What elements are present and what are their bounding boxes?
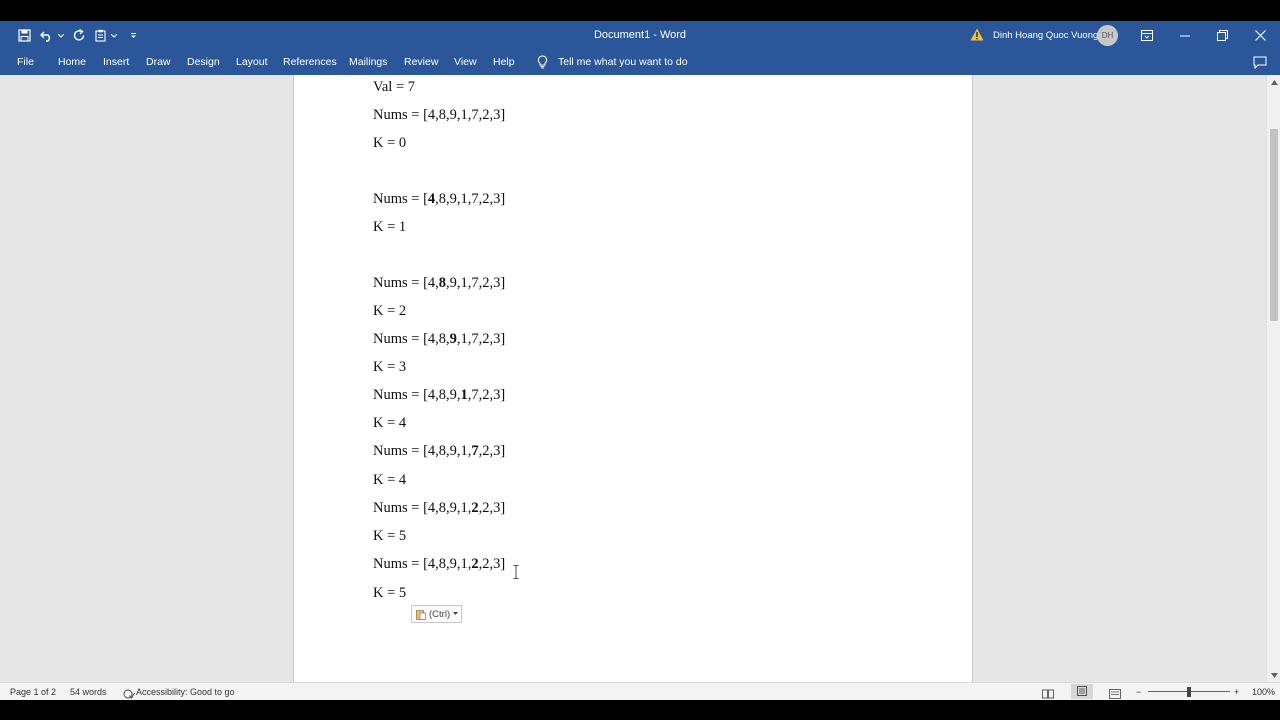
word-window: Document1 - Word Dinh Hoang Quoc Vuong D… <box>0 0 1280 720</box>
clipboard-icon[interactable] <box>91 21 109 50</box>
zoom-out-button[interactable]: − <box>1136 683 1141 701</box>
zoom-in-button[interactable]: + <box>1234 683 1239 701</box>
customize-toolbar-icon[interactable] <box>126 21 140 50</box>
paste-options-label: (Ctrl) <box>429 608 451 620</box>
letterbox-bottom <box>0 700 1280 720</box>
close-icon[interactable] <box>1240 21 1280 50</box>
document-line[interactable]: Nums = [4,8,9,1,7,2,3] <box>373 387 505 404</box>
document-line[interactable]: K = 1 <box>373 219 406 236</box>
ribbon-tabs: File Home Insert Draw Design Layout Refe… <box>0 50 1280 75</box>
undo-dropdown-icon[interactable] <box>56 21 66 50</box>
print-layout-icon <box>1077 686 1087 696</box>
tab-insert[interactable]: Insert <box>103 50 129 75</box>
web-layout-icon[interactable] <box>1109 687 1121 699</box>
document-line[interactable]: Nums = [4,8,9,1,2,2,3] <box>373 500 505 517</box>
warning-icon[interactable] <box>970 28 984 46</box>
document-line[interactable]: Nums = [4,8,9,1,7,2,3] <box>373 331 505 348</box>
zoom-slider-thumb[interactable] <box>1187 687 1191 697</box>
highlighted-number: 2 <box>471 556 479 572</box>
document-line[interactable]: K = 4 <box>373 415 406 432</box>
letterbox-top <box>0 0 1280 21</box>
line-text: Nums = [4,8,9,1, <box>373 500 472 516</box>
document-line[interactable]: K = 5 <box>373 585 406 602</box>
line-text: ,2,3] <box>478 500 506 516</box>
line-text: ,9,1,7,2,3] <box>446 275 506 291</box>
undo-icon[interactable] <box>38 21 56 50</box>
vertical-scrollbar[interactable] <box>1266 75 1280 682</box>
highlighted-number: 1 <box>460 387 468 403</box>
line-text: ,8,9,1,7,2,3] <box>435 191 506 207</box>
line-text: ,2,3] <box>478 556 506 572</box>
document-line[interactable]: K = 0 <box>373 135 406 152</box>
document-line[interactable]: Nums = [4,8,9,1,7,2,3] <box>373 107 505 124</box>
document-line[interactable]: K = 3 <box>373 359 406 376</box>
document-line[interactable]: Nums = [4,8,9,1,7,2,3] <box>373 275 505 292</box>
highlighted-number: 7 <box>471 443 479 459</box>
line-text: Nums = [4,8,9,1, <box>373 443 472 459</box>
tab-view[interactable]: View <box>454 50 477 75</box>
print-layout-button[interactable] <box>1071 684 1093 699</box>
document-page[interactable]: Val = 7 Nums = [4,8,9,1,7,2,3] K = 0 Nums =… <box>293 75 973 682</box>
tab-mailings[interactable]: Mailings <box>349 50 388 75</box>
tab-home[interactable]: Home <box>58 50 86 75</box>
line-text: ,2,3] <box>478 443 506 459</box>
text-cursor-icon <box>513 565 519 579</box>
lightbulb-icon[interactable] <box>537 55 548 74</box>
clipboard-dropdown-icon[interactable] <box>109 21 119 50</box>
line-text: Nums = [4,8, <box>373 331 450 347</box>
paste-icon <box>416 609 426 620</box>
accessibility-icon[interactable] <box>123 687 135 699</box>
paste-options-button[interactable]: (Ctrl) <box>411 605 462 623</box>
avatar[interactable]: DH <box>1097 25 1118 46</box>
page-count[interactable]: Page 1 of 2 <box>10 683 56 701</box>
redo-icon[interactable] <box>70 21 88 50</box>
tab-layout[interactable]: Layout <box>236 50 268 75</box>
document-line[interactable]: K = 5 <box>373 528 406 545</box>
save-icon[interactable] <box>14 21 34 50</box>
document-line[interactable]: Nums = [4,8,9,1,7,2,3] <box>373 191 505 208</box>
tab-help[interactable]: Help <box>493 50 515 75</box>
status-bar: Page 1 of 2 54 words Accessibility: Good… <box>0 682 1280 700</box>
comments-icon[interactable] <box>1253 56 1267 74</box>
tell-me-search[interactable]: Tell me what you want to do <box>558 50 688 75</box>
highlighted-number: 9 <box>449 331 457 347</box>
line-text: ,1,7,2,3] <box>456 331 506 347</box>
word-count[interactable]: 54 words <box>70 683 107 701</box>
line-text: ,7,2,3] <box>467 387 506 403</box>
zoom-level[interactable]: 100% <box>1252 683 1275 701</box>
ribbon-display-options-icon[interactable] <box>1127 21 1167 50</box>
document-line[interactable]: Nums = [4,8,9,1,2,2,3] <box>373 556 505 573</box>
line-text: Nums = [4, <box>373 275 439 291</box>
tab-file[interactable]: File <box>17 50 34 75</box>
tab-references[interactable]: References <box>283 50 337 75</box>
document-title: Document1 - Word <box>593 29 687 41</box>
read-mode-icon[interactable] <box>1042 687 1054 699</box>
tab-design[interactable]: Design <box>187 50 220 75</box>
highlighted-number: 8 <box>438 275 447 291</box>
document-line[interactable]: K = 2 <box>373 303 406 320</box>
minimize-icon[interactable] <box>1165 21 1205 50</box>
scroll-down-icon[interactable] <box>1267 668 1280 682</box>
document-line[interactable]: Nums = [4,8,9,1,7,2,3] <box>373 443 505 460</box>
title-bar: Document1 - Word Dinh Hoang Quoc Vuong D… <box>0 21 1280 50</box>
document-canvas: Val = 7 Nums = [4,8,9,1,7,2,3] K = 0 Nums =… <box>0 75 1266 682</box>
line-text: Nums = [4,8,9,1, <box>373 556 472 572</box>
user-name[interactable]: Dinh Hoang Quoc Vuong <box>993 21 1098 50</box>
scrollbar-thumb[interactable] <box>1270 129 1278 321</box>
accessibility-status[interactable]: Accessibility: Good to go <box>136 683 235 701</box>
line-text: Nums = [ <box>373 191 428 207</box>
chevron-down-icon <box>453 612 459 615</box>
tab-review[interactable]: Review <box>404 50 438 75</box>
restore-icon[interactable] <box>1202 21 1242 50</box>
document-line[interactable]: K = 4 <box>373 472 406 489</box>
scroll-up-icon[interactable] <box>1267 75 1280 89</box>
line-text: Nums = [4,8,9, <box>373 387 461 403</box>
tab-draw[interactable]: Draw <box>146 50 171 75</box>
highlighted-number: 2 <box>471 500 479 516</box>
document-line[interactable]: Val = 7 <box>373 79 415 96</box>
